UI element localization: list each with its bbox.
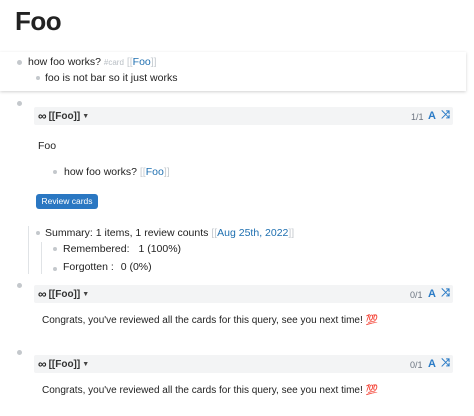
ref-bracket-close: ]]: [288, 227, 295, 239]
card-question-text: how foo works?: [28, 56, 101, 68]
query-label: [[Foo]]: [48, 358, 81, 370]
page-ref-foo[interactable]: Foo: [146, 166, 164, 178]
query-label: [[Foo]]: [48, 288, 81, 300]
query-result-item[interactable]: how foo works? [[Foo]]: [64, 166, 170, 178]
block-bullet[interactable]: [17, 60, 22, 65]
child-bullet[interactable]: [36, 76, 40, 80]
block-bullet[interactable]: [17, 350, 22, 355]
guide-line: [41, 242, 42, 274]
child-bullet[interactable]: [53, 170, 57, 174]
query-header-3: [34, 355, 453, 373]
summary-line[interactable]: Summary: 1 items, 1 review counts [[Aug …: [45, 227, 294, 239]
date-ref[interactable]: Aug 25th, 2022: [217, 227, 288, 239]
congrats-message: Congrats, you've reviewed all the cards …: [42, 385, 378, 396]
page-title: Foo: [15, 6, 62, 36]
query-header-2: [34, 285, 453, 303]
forgotten-value: 0 (0%): [120, 261, 152, 273]
block-bullet[interactable]: [17, 101, 22, 106]
query-header-1: [34, 107, 453, 125]
chevron-down-icon[interactable]: ▼: [82, 291, 89, 298]
chevron-down-icon[interactable]: ▼: [82, 113, 89, 120]
infinity-icon: ∞: [38, 357, 47, 371]
shuffle-icon[interactable]: ⤨: [441, 357, 450, 370]
congrats-message: Congrats, you've reviewed all the cards …: [42, 315, 378, 326]
font-toggle-icon[interactable]: A: [428, 358, 436, 370]
review-count: 0/1: [410, 290, 423, 300]
page-ref-foo[interactable]: Foo: [133, 56, 151, 68]
query-label: [[Foo]]: [48, 110, 81, 122]
review-count: 0/1: [410, 360, 423, 370]
forgotten-label: Forgotten :: [63, 261, 114, 273]
remembered-label: Remembered:: [63, 243, 130, 255]
summary-text: Summary: 1 items, 1 review counts: [45, 227, 209, 239]
forgotten-line[interactable]: Forgotten : 0 (0%): [63, 261, 152, 273]
query-title-2[interactable]: ∞ [[Foo]] ▼: [38, 286, 89, 302]
shuffle-icon[interactable]: ⤨: [441, 109, 450, 122]
ref-bracket-close: ]]: [163, 166, 170, 178]
shuffle-icon[interactable]: ⤨: [441, 287, 450, 300]
child-bullet[interactable]: [53, 267, 57, 271]
review-count: 1/1: [411, 112, 424, 122]
result-item-text: how foo works?: [64, 166, 137, 178]
review-cards-button[interactable]: Review cards: [36, 194, 98, 209]
query-title-3[interactable]: ∞ [[Foo]] ▼: [38, 356, 89, 372]
ref-bracket-close: ]]: [150, 56, 157, 68]
infinity-icon: ∞: [38, 287, 47, 301]
card-answer[interactable]: foo is not bar so it just works: [45, 72, 177, 84]
block-bullet[interactable]: [36, 231, 40, 235]
query-title-1[interactable]: ∞ [[Foo]] ▼: [38, 108, 89, 124]
font-toggle-icon[interactable]: A: [428, 288, 436, 300]
chevron-down-icon[interactable]: ▼: [82, 361, 89, 368]
infinity-icon: ∞: [38, 109, 47, 123]
child-bullet[interactable]: [53, 247, 57, 251]
card-tag[interactable]: #card: [104, 58, 124, 67]
guide-line: [28, 226, 29, 274]
font-toggle-icon[interactable]: A: [428, 110, 436, 122]
block-bullet[interactable]: [17, 283, 22, 288]
query-result-page[interactable]: Foo: [38, 140, 56, 152]
card-question[interactable]: how foo works? #card [[Foo]]: [28, 56, 157, 68]
remembered-line[interactable]: Remembered: 1 (100%): [63, 243, 181, 255]
remembered-value: 1 (100%): [138, 243, 182, 255]
